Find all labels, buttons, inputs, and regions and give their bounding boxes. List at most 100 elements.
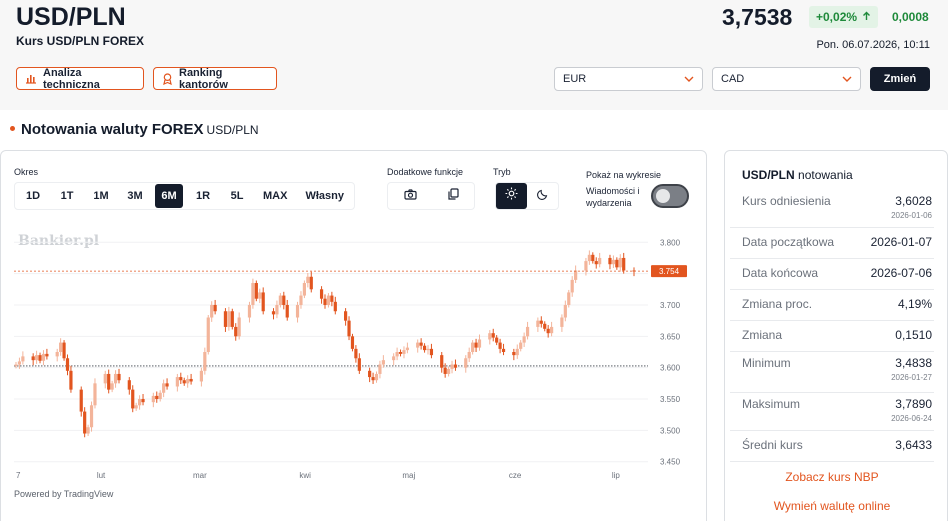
period-button-1m[interactable]: 1M — [87, 184, 115, 208]
candle-body — [498, 342, 502, 349]
pair-title: USD/PLN — [16, 3, 126, 31]
candle-body — [62, 342, 66, 359]
nbp-rate-link[interactable]: Zobacz kurs NBP — [730, 470, 934, 484]
candle-body — [611, 259, 615, 265]
stat-row: Zmiana proc. 4,19% — [730, 290, 934, 321]
stats-title-pair: USD/PLN — [742, 168, 795, 182]
period-button-1t[interactable]: 1T — [53, 184, 81, 208]
news-events-label: Wiadomości i wydarzenia — [586, 186, 640, 208]
pair-subtitle: Kurs USD/PLN FOREX — [16, 34, 145, 48]
show-on-chart-label: Pokaż na wykresie — [586, 170, 662, 180]
candle-body — [134, 405, 138, 409]
candle-body — [422, 345, 427, 351]
candle-body — [230, 311, 234, 327]
candle-body — [326, 295, 331, 305]
currency-to-select[interactable]: CAD — [712, 67, 861, 91]
candle-body — [227, 311, 231, 327]
candle-body — [515, 348, 519, 356]
technical-analysis-button[interactable]: Analiza techniczna — [16, 67, 144, 91]
stat-value: 3,7890 — [895, 397, 932, 411]
candle-body — [258, 292, 262, 299]
last-price-label: 3.754 — [659, 267, 680, 276]
candle-body — [306, 276, 310, 284]
period-button-1d[interactable]: 1D — [19, 184, 47, 208]
news-events-toggle[interactable] — [651, 184, 689, 208]
candle-body — [381, 360, 385, 365]
candle-body — [41, 353, 46, 361]
currency-from-select[interactable]: EUR — [554, 67, 703, 91]
stat-row: Średni kurs 3,6433 — [730, 431, 934, 462]
candle-body — [210, 304, 214, 318]
candle-body — [608, 257, 612, 265]
candle-body — [591, 254, 595, 262]
candle-body — [350, 336, 355, 349]
y-tick-label: 3.550 — [660, 395, 681, 404]
change-badge: +0,02% — [809, 6, 879, 28]
candle-body — [536, 320, 540, 327]
ranking-button[interactable]: Ranking kantorów — [153, 67, 277, 91]
candle-body — [261, 292, 265, 312]
candle-body — [251, 283, 255, 305]
candle-body — [512, 352, 516, 356]
x-tick-label: cze — [509, 471, 522, 480]
light-mode-button[interactable] — [496, 183, 527, 209]
candle-body — [464, 358, 468, 368]
x-tick-label: 7 — [16, 471, 21, 480]
stat-label: Data początkowa — [742, 235, 835, 249]
candle-body — [402, 350, 406, 354]
candle-body — [213, 304, 217, 312]
candle-body — [594, 261, 598, 265]
candle-body — [17, 361, 22, 365]
camera-icon[interactable] — [403, 187, 417, 205]
y-tick-label: 3.700 — [660, 301, 681, 310]
candlestick-chart[interactable]: Bankier.pl3.8003.7503.7003.6503.6003.550… — [10, 228, 700, 486]
x-tick-label: lip — [612, 471, 621, 480]
candle-body — [501, 348, 506, 352]
stat-value: 3,6433 — [895, 438, 932, 452]
candle-body — [543, 323, 547, 329]
change-percent: +0,02% — [816, 10, 858, 24]
sun-icon — [505, 187, 518, 205]
stat-label: Kurs odniesienia — [742, 194, 831, 208]
candle-body — [546, 328, 550, 334]
candle-body — [199, 370, 203, 382]
candle-body — [488, 333, 492, 340]
candle-body — [141, 399, 145, 403]
candle-body — [587, 254, 591, 262]
stat-label: Data końcowa — [742, 266, 819, 280]
period-button-max[interactable]: MAX — [257, 184, 293, 208]
copy-icon[interactable] — [447, 187, 459, 205]
period-button-3m[interactable]: 3M — [121, 184, 149, 208]
period-button-1r[interactable]: 1R — [189, 184, 217, 208]
period-button-5l[interactable]: 5L — [223, 184, 251, 208]
section-pair: USD/PLN — [206, 123, 259, 137]
candle-body — [525, 326, 530, 337]
exchange-online-link[interactable]: Wymień walutę online — [730, 499, 934, 513]
candle-body — [467, 352, 471, 359]
bullet-icon — [10, 125, 15, 131]
candle-body — [285, 304, 289, 318]
candle-body — [31, 356, 35, 361]
candle-body — [110, 383, 114, 390]
candle-body — [330, 295, 334, 302]
candle-body — [162, 383, 166, 393]
candle-body — [38, 355, 42, 361]
period-button-własny[interactable]: Własny — [299, 184, 350, 208]
candle-body — [179, 377, 183, 381]
candle-body — [347, 320, 351, 337]
change-currency-button[interactable]: Zmień — [870, 67, 930, 91]
current-price: 3,7538 — [722, 4, 793, 30]
period-button-6m[interactable]: 6M — [155, 184, 183, 208]
dark-mode-button[interactable] — [527, 183, 558, 209]
candle-body — [69, 370, 73, 390]
x-tick-label: maj — [402, 471, 415, 480]
award-icon — [162, 72, 173, 85]
candle-body — [550, 326, 554, 334]
candle-body — [175, 377, 179, 387]
candle-body — [89, 405, 94, 428]
stat-value: 0,1510 — [895, 328, 932, 342]
candle-body — [165, 383, 169, 387]
candle-body — [103, 373, 107, 384]
candle-body — [295, 304, 300, 318]
stat-date: 2026-01-06 — [891, 211, 932, 220]
